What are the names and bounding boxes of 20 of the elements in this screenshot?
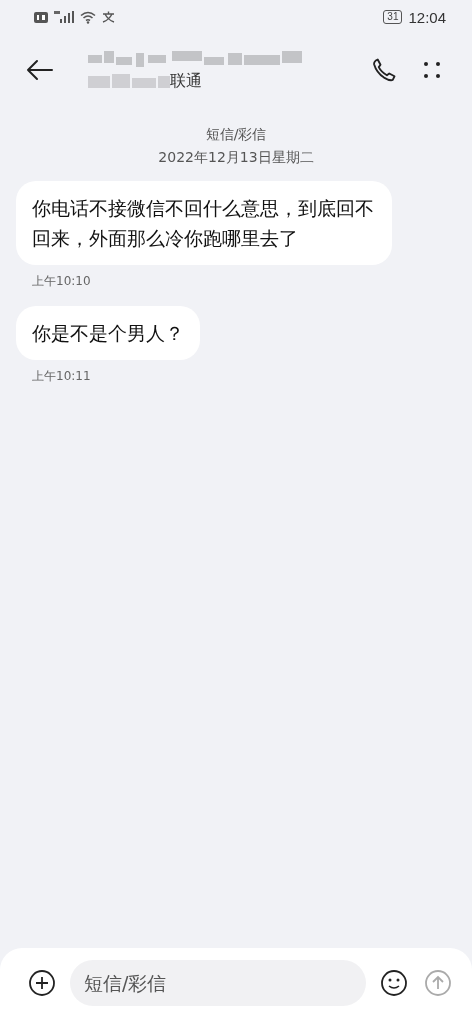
message-time: 上午10:10 <box>32 273 91 290</box>
phone-icon <box>370 56 398 84</box>
add-button[interactable] <box>26 967 58 999</box>
signal-icon <box>54 11 74 23</box>
message-time: 上午10:11 <box>32 368 91 385</box>
message-bubble: 你是不是个男人？ <box>16 306 200 360</box>
emoji-button[interactable] <box>378 967 410 999</box>
wifi-icon <box>80 10 96 24</box>
carrier-label: 联通 <box>170 70 202 92</box>
translate-icon <box>102 11 115 23</box>
smiley-icon <box>380 969 408 997</box>
channel-label: 短信/彩信 <box>205 126 267 144</box>
date-label: 2022年12月13日星期二 <box>158 149 314 167</box>
send-icon <box>424 969 452 997</box>
message-input[interactable]: 短信/彩信 <box>70 960 366 1006</box>
back-arrow-icon <box>26 58 54 82</box>
clock-time: 12:04 <box>408 8 446 26</box>
plus-icon <box>28 969 56 997</box>
message-bubble: 你电话不接微信不回什么意思，到底回不回来，外面那么冷你跑哪里去了 <box>16 181 392 265</box>
battery-level: 31 <box>387 11 399 22</box>
